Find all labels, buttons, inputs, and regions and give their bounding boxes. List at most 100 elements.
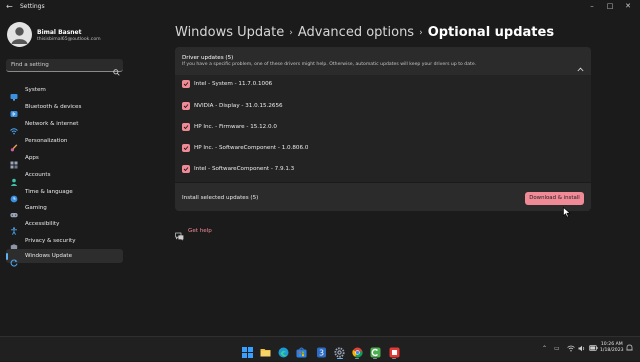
windows-start-icon[interactable] xyxy=(242,343,253,358)
chevron-right-icon: › xyxy=(419,27,423,38)
active-indicator xyxy=(6,253,8,260)
sidebar-item-accessibility[interactable]: Accessibility xyxy=(6,217,123,235)
driver-updates-panel: Driver updates (5) If you have a specifi… xyxy=(175,47,591,211)
driver-label: HP Inc. - Firmware - 15.12.0.0 xyxy=(194,124,277,130)
sidebar-item-network-internet[interactable]: Network & internet xyxy=(6,117,123,135)
wifi-icon xyxy=(10,120,18,135)
driver-row[interactable]: HP Inc. - Firmware - 15.12.0.0 xyxy=(175,118,591,139)
driver-row[interactable]: HP Inc. - SoftwareComponent - 1.0.806.0 xyxy=(175,139,591,160)
back-arrow-icon[interactable]: ← xyxy=(6,2,13,11)
shield-icon xyxy=(10,237,18,252)
recorder-icon[interactable] xyxy=(389,343,400,358)
minimize-icon[interactable]: – xyxy=(586,2,598,10)
notification-icon[interactable] xyxy=(626,344,633,354)
chrome-icon[interactable] xyxy=(352,343,363,358)
chevron-up-icon[interactable] xyxy=(577,57,584,76)
sidebar-item-windows-update[interactable]: Windows Update xyxy=(6,249,123,267)
sidebar-item-label: Privacy & security xyxy=(25,238,76,244)
sidebar-item-apps[interactable]: Apps xyxy=(6,151,123,169)
mouse-cursor-icon xyxy=(563,203,571,222)
download-install-button[interactable]: Download & install xyxy=(525,192,584,205)
user-name: Bimal Basnet xyxy=(37,29,82,36)
title-bar: ← Settings – □ ✕ xyxy=(0,0,640,14)
maximize-icon[interactable]: □ xyxy=(604,2,616,10)
sidebar-item-system[interactable]: System xyxy=(6,83,123,101)
chevron-right-icon: › xyxy=(289,27,293,38)
taskbar-clock[interactable]: 10:26 AM 1/18/2023 xyxy=(600,342,624,354)
close-icon[interactable]: ✕ xyxy=(622,2,634,10)
driver-updates-title: Driver updates (5) xyxy=(182,55,234,61)
clock-date: 1/18/2023 xyxy=(600,348,624,353)
globe-clock-icon xyxy=(10,188,18,203)
driver-label: HP Inc. - SoftwareComponent - 1.0.806.0 xyxy=(194,145,309,151)
sidebar-item-label: Windows Update xyxy=(25,253,73,259)
person-icon xyxy=(10,171,18,186)
battery-icon[interactable] xyxy=(589,345,598,353)
driver-checkbox[interactable] xyxy=(182,102,190,110)
sidebar-item-bluetooth-devices[interactable]: Bluetooth & devices xyxy=(6,100,123,117)
wifi-icon[interactable] xyxy=(567,345,575,354)
get-help-label: Get help xyxy=(188,228,212,234)
sidebar-item-label: Gaming xyxy=(25,205,47,211)
driver-row[interactable]: Intel - System - 11.7.0.1006 xyxy=(175,75,591,96)
store-icon[interactable] xyxy=(296,343,307,358)
driver-updates-header[interactable]: Driver updates (5) If you have a specifi… xyxy=(175,47,591,75)
sidebar-item-label: Personalization xyxy=(25,138,68,144)
chevron-up-icon[interactable]: ⌃ xyxy=(542,345,547,352)
taskbar: 3 ⌃ ▭ 10:26 AM 1/18/2023 xyxy=(0,336,640,361)
taskbar-app-icon[interactable]: 3 xyxy=(316,343,327,358)
sidebar-item-time-language[interactable]: Time & language xyxy=(6,185,123,203)
driver-checkbox[interactable] xyxy=(182,80,190,88)
accessibility-icon xyxy=(10,220,18,235)
sidebar-item-personalization[interactable]: Personalization xyxy=(6,134,123,152)
svg-text:3: 3 xyxy=(319,349,324,358)
driver-row[interactable]: NVIDIA - Display - 31.0.15.2656 xyxy=(175,97,591,118)
active-app-indicator xyxy=(337,358,343,359)
driver-row[interactable]: Intel - SoftwareComponent - 7.9.1.3 xyxy=(175,160,591,181)
driver-label: NVIDIA - Display - 31.0.15.2656 xyxy=(194,103,283,109)
driver-updates-description: If you have a specific problem, one of t… xyxy=(182,62,477,67)
sidebar-item-accounts[interactable]: Accounts xyxy=(6,168,123,186)
breadcrumb: Windows Update › Advanced options › Optional… xyxy=(175,22,554,42)
driver-checkbox[interactable] xyxy=(182,123,190,131)
window-title: Settings xyxy=(20,3,45,10)
apps-grid-icon xyxy=(10,154,18,169)
driver-label: Intel - SoftwareComponent - 7.9.1.3 xyxy=(194,166,295,172)
sidebar-item-gaming[interactable]: Gaming xyxy=(6,201,123,218)
bluetooth-icon xyxy=(10,103,18,117)
install-footer: Install selected updates (5) Download & … xyxy=(175,182,591,211)
volume-icon[interactable] xyxy=(578,345,586,354)
sidebar-item-label: Bluetooth & devices xyxy=(25,104,82,110)
sidebar-item-privacy-security[interactable]: Privacy & security xyxy=(6,234,123,252)
running-app-indicator xyxy=(392,358,396,359)
search-icon[interactable] xyxy=(113,61,120,80)
file-explorer-icon[interactable] xyxy=(260,343,271,357)
help-icon xyxy=(175,226,184,245)
monitor-icon xyxy=(10,86,18,101)
running-app-indicator xyxy=(355,358,359,359)
driver-label: Intel - System - 11.7.0.1006 xyxy=(194,81,273,87)
install-selected-text: Install selected updates (5) xyxy=(182,195,259,201)
sidebar-item-label: Apps xyxy=(25,155,39,161)
sidebar-item-label: Time & language xyxy=(25,189,73,195)
search-placeholder: Find a setting xyxy=(11,62,49,68)
driver-checkbox[interactable] xyxy=(182,144,190,152)
update-icon xyxy=(10,252,18,267)
breadcrumb-advanced-options[interactable]: Advanced options xyxy=(298,25,414,40)
sidebar-item-label: System xyxy=(25,87,46,93)
search-input[interactable]: Find a setting xyxy=(6,59,123,76)
edge-icon[interactable] xyxy=(278,343,289,358)
tray-app-icon[interactable]: ▭ xyxy=(554,345,560,352)
gamepad-icon xyxy=(10,204,18,218)
brush-icon xyxy=(10,137,18,152)
settings-icon[interactable] xyxy=(334,343,345,358)
sidebar-item-label: Accessibility xyxy=(25,221,60,227)
breadcrumb-windows-update[interactable]: Windows Update xyxy=(175,25,284,40)
avatar[interactable] xyxy=(7,22,32,47)
page-title: Optional updates xyxy=(427,25,555,40)
sidebar-item-label: Accounts xyxy=(25,172,51,178)
driver-checkbox[interactable] xyxy=(182,165,190,173)
camtasia-icon[interactable] xyxy=(370,343,381,358)
sidebar-item-label: Network & internet xyxy=(25,121,79,127)
running-app-indicator xyxy=(373,358,377,359)
